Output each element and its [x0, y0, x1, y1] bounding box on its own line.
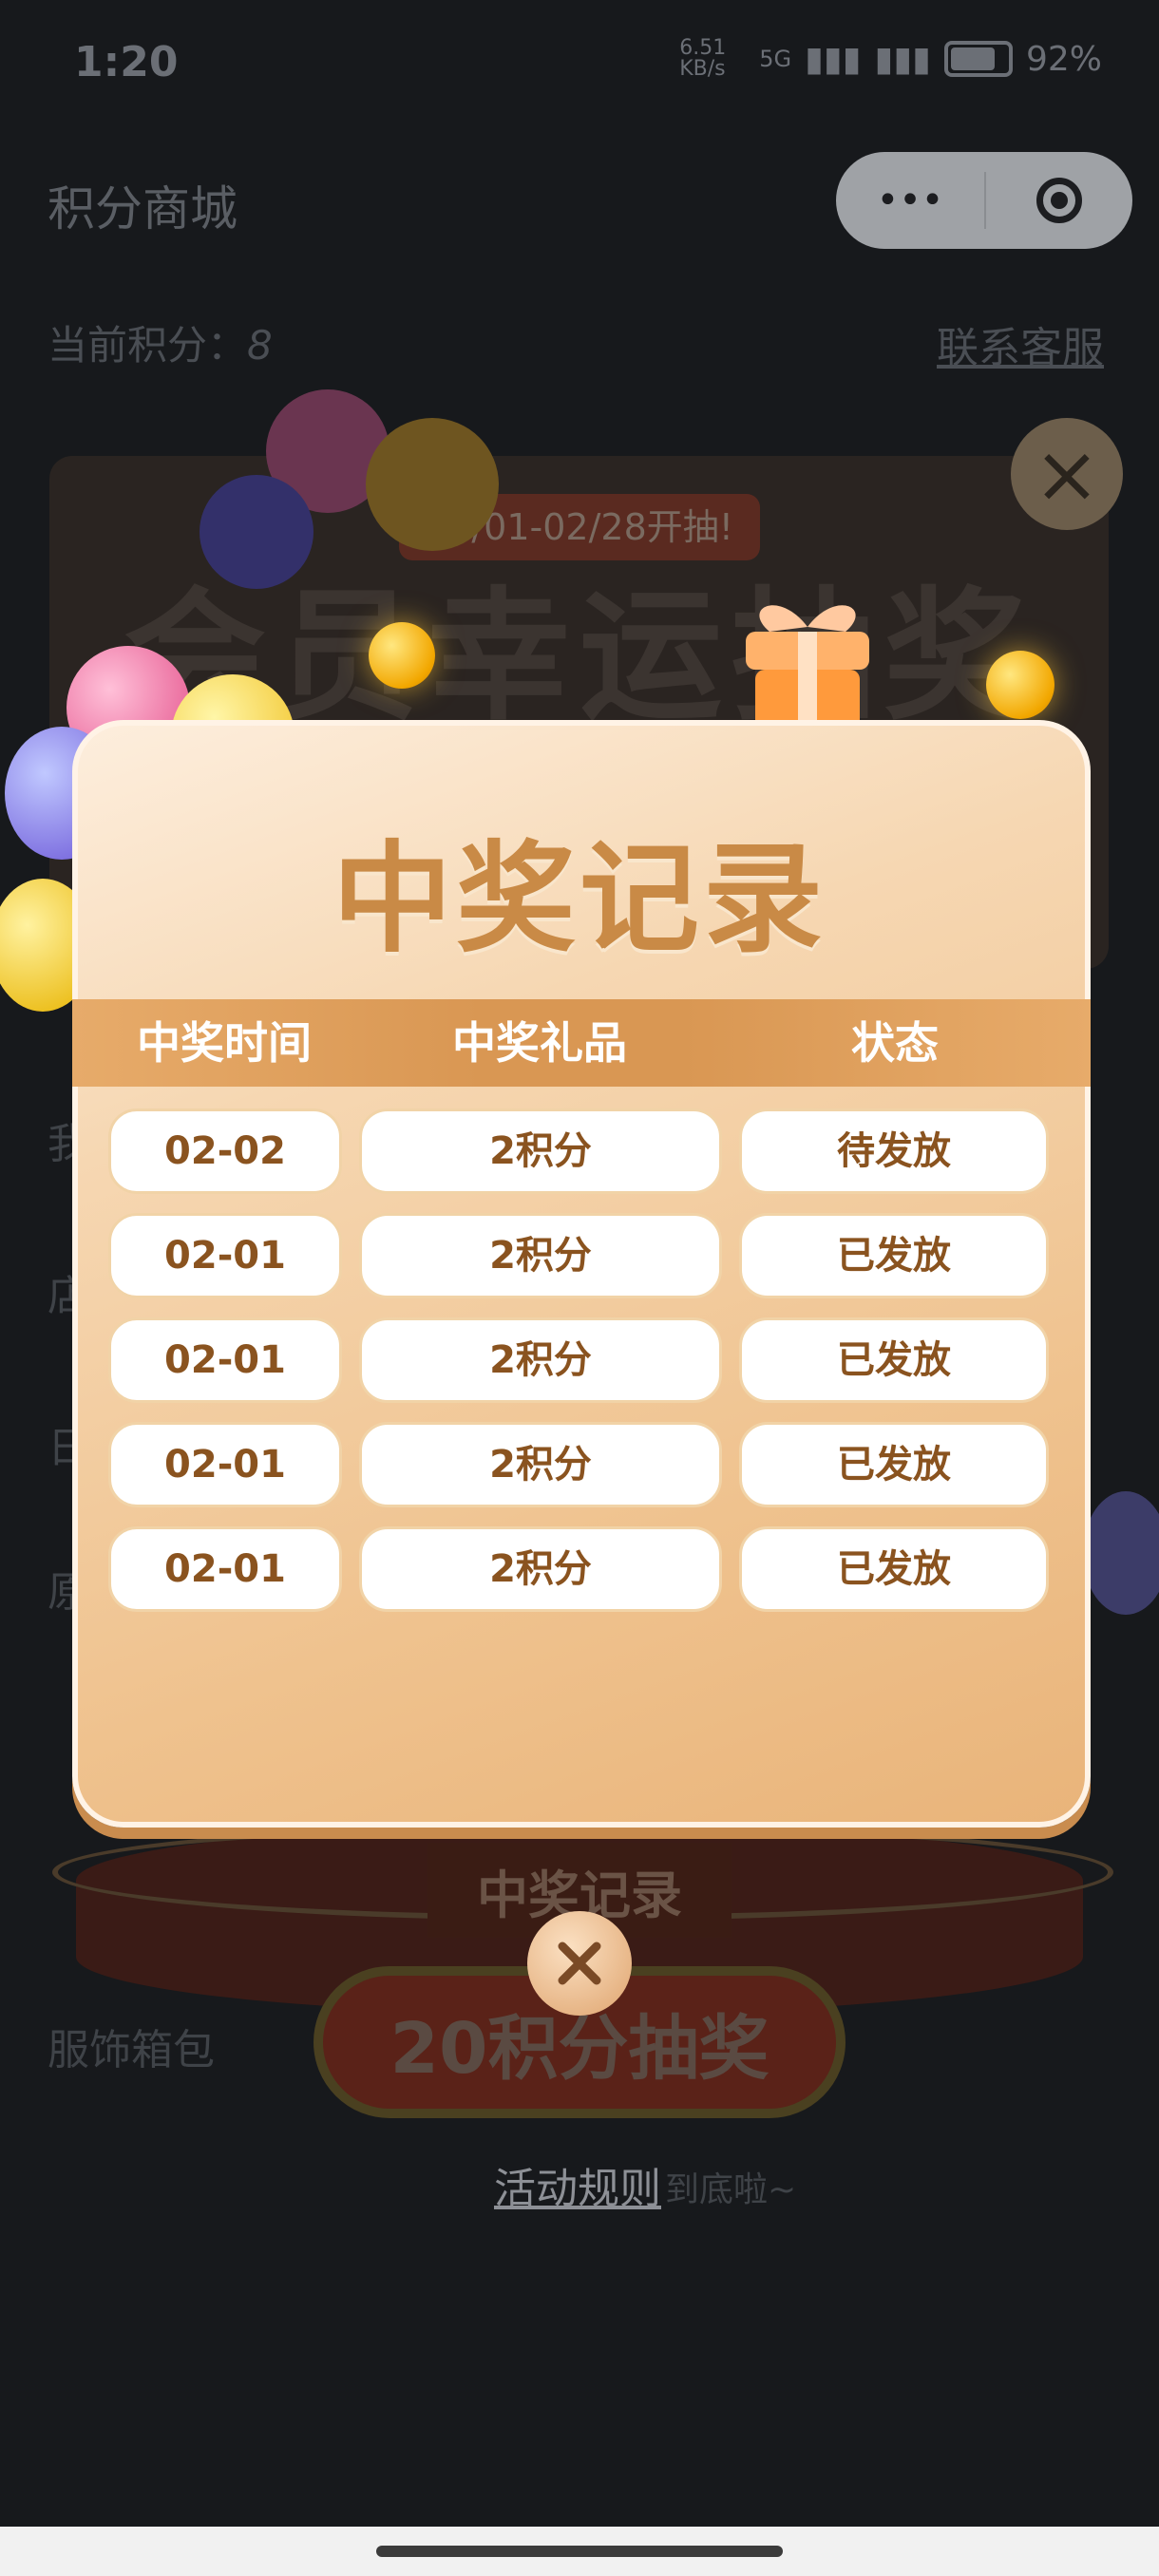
category-label: 服饰箱包 — [48, 2026, 215, 2074]
record-prize: 2积分 — [359, 1526, 722, 1612]
signal-icon-2: ▮▮▮ — [874, 39, 931, 79]
balloon-decoration — [1083, 1491, 1159, 1615]
close-miniprogram-button[interactable] — [986, 178, 1132, 223]
record-time: 02-01 — [108, 1213, 342, 1298]
points-label: 当前积分： — [48, 322, 248, 369]
column-header-time: 中奖时间 — [137, 1017, 312, 1069]
record-time: 02-01 — [108, 1422, 342, 1507]
record-time: 02-01 — [108, 1317, 342, 1403]
status-time: 1:20 — [74, 38, 179, 86]
target-icon — [1036, 178, 1082, 223]
miniprogram-capsule: ••• — [836, 152, 1132, 249]
record-prize: 2积分 — [359, 1213, 722, 1298]
points-value: 8 — [247, 322, 273, 369]
signal-icon: ▮▮▮ — [805, 39, 862, 79]
home-indicator[interactable] — [376, 2546, 783, 2557]
record-time: 02-01 — [108, 1526, 342, 1612]
battery-level: 92% — [1025, 39, 1102, 79]
balloon-decoration — [366, 418, 499, 551]
modal-title: 中奖记录 — [332, 829, 826, 969]
record-status: 待发放 — [739, 1108, 1049, 1194]
banner-close-icon: × — [1011, 418, 1123, 530]
record-status: 已发放 — [739, 1422, 1049, 1507]
status-indicators: 6.51 KB/s 5G ▮▮▮ ▮▮▮ 92% — [679, 38, 1102, 80]
record-status: 已发放 — [739, 1317, 1049, 1403]
record-time: 02-02 — [108, 1108, 342, 1194]
record-prize: 2积分 — [359, 1422, 722, 1507]
record-status: 已发放 — [739, 1213, 1049, 1298]
balloon-decoration — [200, 475, 314, 589]
battery-icon — [943, 41, 1013, 77]
modal-close-button[interactable] — [527, 1911, 632, 2016]
contact-service-link[interactable]: 联系客服 — [937, 313, 1104, 374]
close-icon — [558, 1941, 601, 1985]
points-display: 当前积分：8 — [48, 313, 273, 371]
page-title: 积分商城 — [48, 181, 238, 237]
record-prize: 2积分 — [359, 1108, 722, 1194]
coin-decoration — [369, 622, 435, 689]
rules-link: 活动规则 — [494, 2165, 661, 2213]
network-speed: 6.51 KB/s — [679, 36, 727, 81]
bottom-tip: 到底啦~ — [665, 2170, 797, 2209]
column-header-status: 状态 — [851, 1017, 939, 1069]
network-label: 5G — [759, 46, 792, 72]
column-header-prize: 中奖礼品 — [452, 1017, 627, 1069]
record-prize: 2积分 — [359, 1317, 722, 1403]
coin-decoration — [986, 651, 1054, 719]
more-menu-button[interactable]: ••• — [836, 179, 984, 222]
record-status: 已发放 — [739, 1526, 1049, 1612]
